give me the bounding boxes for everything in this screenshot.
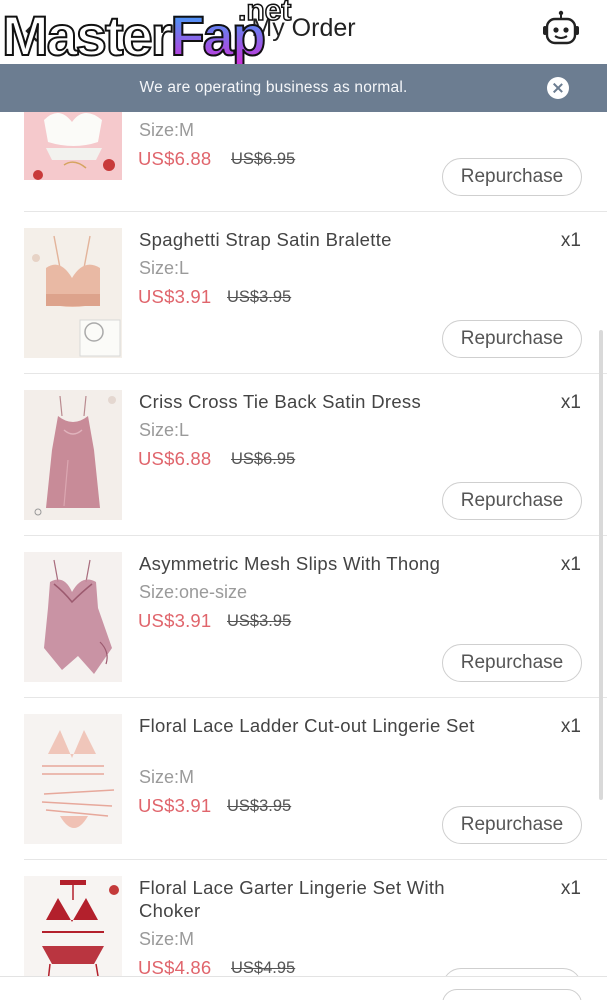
top-bar: My Order: [0, 0, 607, 64]
sale-price: US$6.88: [138, 448, 212, 469]
repurchase-button[interactable]: Repurchase: [442, 644, 582, 682]
list-item: Size:M US$6.88 US$6.95 Repurchase: [0, 112, 607, 212]
product-thumbnail[interactable]: [24, 112, 122, 180]
sale-price: US$3.91: [138, 610, 212, 631]
notice-text: We are operating business as normal.: [139, 79, 408, 96]
sale-price: US$6.88: [138, 148, 212, 169]
original-price: US$3.95: [227, 612, 292, 630]
size-label: Size:M: [139, 120, 195, 140]
size-label: Size:M: [139, 767, 195, 787]
order-item-list: Size:M US$6.88 US$6.95 Repurchase Spaghe…: [0, 112, 607, 1000]
product-thumbnail[interactable]: [24, 390, 122, 520]
original-price: US$3.95: [227, 288, 292, 306]
repurchase-button[interactable]: Repurchase: [442, 320, 582, 358]
pink-lace-set-image: [24, 714, 122, 844]
pink-satin-bralette-image: [24, 228, 122, 358]
product-name[interactable]: Floral Lace Ladder Cut-out Lingerie Set: [139, 714, 479, 737]
original-price: US$6.95: [231, 450, 296, 468]
quantity: x1: [560, 716, 581, 737]
list-item: Asymmetric Mesh Slips With Thong x1 Size…: [0, 536, 607, 698]
mauve-mesh-slip-image: [24, 552, 122, 682]
close-icon[interactable]: [547, 77, 569, 99]
product-name[interactable]: Floral Lace Garter Lingerie Set With Cho…: [139, 876, 479, 922]
product-thumbnail[interactable]: [24, 552, 122, 682]
bottom-bar: [0, 976, 607, 1000]
product-name[interactable]: Asymmetric Mesh Slips With Thong: [139, 552, 479, 575]
original-price: US$3.95: [227, 797, 292, 815]
repurchase-button[interactable]: Repurchase: [442, 482, 582, 520]
list-item: Criss Cross Tie Back Satin Dress x1 Size…: [0, 374, 607, 536]
list-item: Floral Lace Ladder Cut-out Lingerie Set …: [0, 698, 607, 860]
size-label: Size:one-size: [139, 582, 248, 602]
product-thumbnail[interactable]: [24, 714, 122, 844]
sale-price: US$3.91: [138, 286, 212, 307]
size-label: Size:L: [139, 258, 190, 278]
quantity: x1: [560, 230, 581, 251]
scrollbar[interactable]: [599, 330, 603, 800]
repurchase-button[interactable]: Repurchase: [442, 806, 582, 844]
repurchase-button[interactable]: Repurchase: [442, 158, 582, 196]
original-price: US$6.95: [231, 150, 296, 168]
quantity: x1: [560, 392, 581, 413]
product-thumbnail[interactable]: [24, 228, 122, 358]
repurchase-button-partial[interactable]: [442, 989, 582, 1000]
sale-price: US$3.91: [138, 795, 212, 816]
size-label: Size:M: [139, 929, 195, 949]
quantity: x1: [560, 878, 581, 899]
page-title: My Order: [251, 14, 356, 42]
pink-satin-dress-image: [24, 390, 122, 520]
product-name[interactable]: Criss Cross Tie Back Satin Dress: [139, 390, 479, 413]
size-label: Size:L: [139, 420, 190, 440]
robot-support-icon[interactable]: [541, 10, 581, 50]
list-item: Spaghetti Strap Satin Bralette x1 Size:L…: [0, 212, 607, 374]
white-lace-bralette-image: [24, 112, 122, 180]
notice-banner: We are operating business as normal.: [0, 64, 607, 112]
product-name[interactable]: Spaghetti Strap Satin Bralette: [139, 228, 479, 251]
quantity: x1: [560, 554, 581, 575]
